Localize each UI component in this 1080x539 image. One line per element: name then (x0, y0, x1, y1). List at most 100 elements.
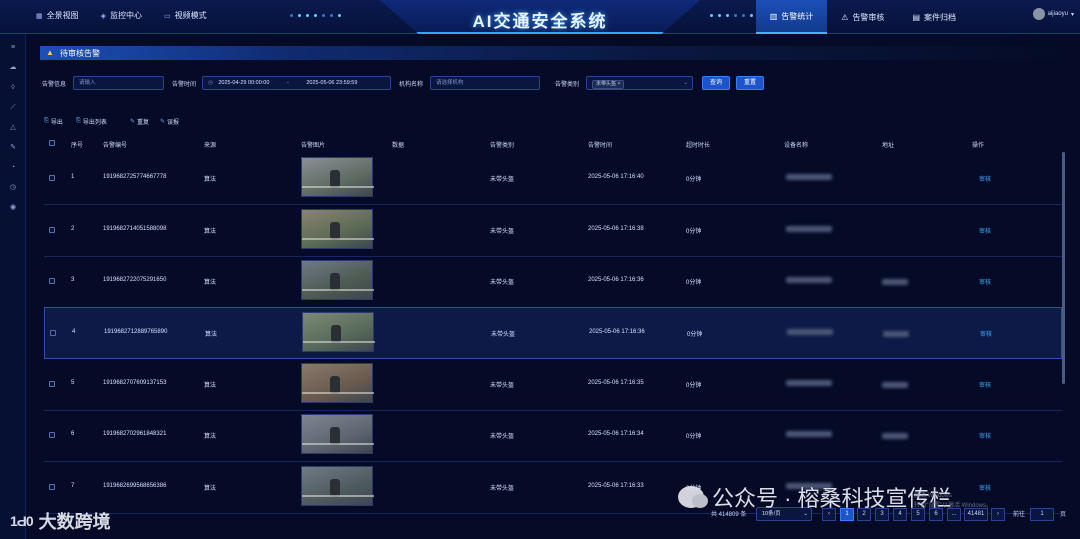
cell-source: 算法 (204, 383, 217, 389)
cell-alarm-id: 1919682712889765890 (104, 329, 168, 335)
row-checkbox[interactable] (49, 278, 55, 284)
export-list-label: 导出列表 (82, 120, 107, 126)
row-checkbox[interactable] (49, 381, 55, 387)
th-image: 告警图片 (301, 143, 326, 149)
nav-panorama[interactable]: ▦ 全景视图 (36, 10, 79, 21)
alarm-image[interactable] (301, 209, 374, 249)
cell-source: 算法 (204, 229, 217, 235)
cell-alarm-id: 1919682699568656386 (103, 483, 167, 489)
road-line (302, 495, 374, 497)
cell-index: 6 (71, 431, 75, 437)
cell-duration: 0分钟 (686, 383, 702, 389)
review-button[interactable]: 审核 (979, 226, 991, 235)
table-row[interactable]: 2 1919682714051588098 算法 未带头盔 2025-05-06… (44, 205, 1062, 257)
cell-source: 算法 (205, 332, 218, 338)
nav-monitor-label: 监控中心 (110, 11, 143, 20)
row-checkbox[interactable] (49, 484, 55, 490)
row-checkbox[interactable] (49, 432, 55, 438)
table-row[interactable]: 6 1919682702961848321 算法 未带头盔 2025-05-06… (44, 410, 1062, 462)
user-menu[interactable]: aijiaoyu ▾ (1032, 8, 1074, 20)
trend-icon[interactable]: ⟋ (9, 104, 17, 112)
cell-alarm-id: 1919682725774667778 (103, 174, 167, 180)
device-name-redacted (786, 380, 832, 386)
query-button[interactable]: 查询 (702, 76, 730, 90)
alarm-image[interactable] (301, 466, 374, 506)
close-icon[interactable]: × (617, 81, 620, 87)
export-icon: ⎘ (44, 118, 49, 124)
export-button[interactable]: ⎘ 导出 (44, 117, 63, 126)
export-list-button[interactable]: ⎘ 导出列表 (76, 117, 107, 126)
alarm-image[interactable] (302, 312, 375, 352)
review-button[interactable]: 审核 (979, 483, 991, 492)
cell-index: 4 (72, 329, 76, 335)
user-name: aijiaoyu (1047, 11, 1068, 17)
next-page-button[interactable]: › (991, 508, 1005, 521)
cell-alarm-id: 1919682707609137153 (103, 380, 167, 386)
road-line (302, 289, 374, 291)
row-checkbox[interactable] (49, 227, 55, 233)
watermark-logo: 1Ԁ0 (10, 513, 34, 529)
type-tag[interactable]: 未带头盔 × (592, 80, 625, 89)
type-label: 告警类别 (555, 82, 580, 88)
alarm-image[interactable] (301, 157, 374, 197)
nav-monitor[interactable]: ◈ 监控中心 (101, 10, 142, 21)
menu-icon[interactable]: ≡ (9, 44, 17, 52)
review-button[interactable]: 审核 (979, 277, 991, 286)
org-select[interactable]: 请选择机构 (430, 76, 540, 90)
type-select[interactable]: 未带头盔 × ⌄ (586, 76, 693, 90)
road-line (302, 392, 374, 394)
nav-alarm-review[interactable]: ⚠ 告警审核 (827, 0, 898, 34)
history-icon[interactable]: ◷ (9, 184, 17, 192)
address-redacted (883, 331, 909, 337)
reset-button[interactable]: 重置 (736, 76, 764, 90)
nav-case-archive[interactable]: ▤ 案件归档 (898, 0, 970, 34)
false-alarm-button[interactable]: ✎ 误报 (160, 117, 179, 126)
table-row[interactable]: 4 1919682712889765890 算法 未带头盔 2025-05-06… (44, 307, 1062, 359)
alarm-image[interactable] (301, 414, 374, 454)
table-row[interactable]: 5 1919682707609137153 算法 未带头盔 2025-05-06… (44, 359, 1062, 411)
database-icon[interactable]: ◉ (9, 204, 17, 212)
video-icon: ▭ (164, 12, 171, 20)
row-checkbox[interactable] (50, 330, 56, 336)
drop-icon[interactable]: ◊ (9, 84, 17, 92)
duplicate-button[interactable]: ✎ 重复 (130, 117, 149, 126)
review-button[interactable]: 审核 (979, 380, 991, 389)
avatar (1032, 8, 1045, 20)
cell-time: 2025-05-06 17:16:40 (588, 174, 644, 180)
row-checkbox[interactable] (49, 175, 55, 181)
tool-icon[interactable]: ✎ (9, 144, 17, 152)
time-end: 2025-05-06 23:59:59 (306, 80, 358, 86)
select-all-checkbox[interactable] (49, 140, 55, 146)
cloud-icon[interactable]: ☁ (9, 64, 17, 72)
cell-time: 2025-05-06 17:16:35 (588, 380, 644, 386)
alarm-image[interactable] (301, 260, 374, 300)
cell-duration: 0分钟 (687, 332, 703, 338)
nav-video[interactable]: ▭ 视频模式 (164, 10, 207, 21)
table-row[interactable]: 3 1919682722075291650 算法 未带头盔 2025-05-06… (44, 256, 1062, 308)
clock-icon[interactable]: ◔ (9, 164, 17, 172)
cell-duration: 0分钟 (686, 434, 702, 440)
page-last[interactable]: 41481 (964, 508, 988, 521)
alarm-time-range[interactable]: ◷ 2025-04-29 00:00:00 - 2025-05-06 23:59… (202, 76, 391, 90)
alarm-image[interactable] (301, 363, 374, 403)
grid-icon: ▦ (36, 12, 43, 20)
nav-alarm-stats[interactable]: ▥ 告警统计 (755, 0, 828, 34)
alarm-icon: ▲ (46, 48, 54, 57)
alert-icon[interactable]: △ (9, 124, 17, 132)
windows-activation-hint: 转到“设置”以激活 Windows。 (914, 503, 993, 509)
folder-icon: ▤ (912, 12, 920, 22)
review-button[interactable]: 审核 (980, 329, 992, 338)
table-scrollbar[interactable] (1062, 152, 1065, 384)
review-button[interactable]: 审核 (979, 431, 991, 440)
nav-video-label: 视频模式 (174, 11, 207, 20)
alarm-info-input[interactable]: 请输入 (73, 76, 164, 90)
goto-input[interactable]: 1 (1030, 508, 1054, 521)
table-header: 序号 告警编号 来源 告警图片 数据 告警类别 告警时间 超时时长 设备名称 地… (44, 136, 1064, 150)
org-label: 机构名称 (399, 82, 424, 88)
chevron-down-icon: ⌄ (683, 80, 688, 86)
table-row[interactable]: 1 1919682725774667778 算法 未带头盔 2025-05-06… (44, 153, 1062, 205)
review-button[interactable]: 审核 (979, 174, 991, 183)
cell-time: 2025-05-06 17:16:38 (588, 226, 644, 232)
road-line (302, 186, 374, 188)
goto-label: 前往 (1013, 512, 1026, 518)
